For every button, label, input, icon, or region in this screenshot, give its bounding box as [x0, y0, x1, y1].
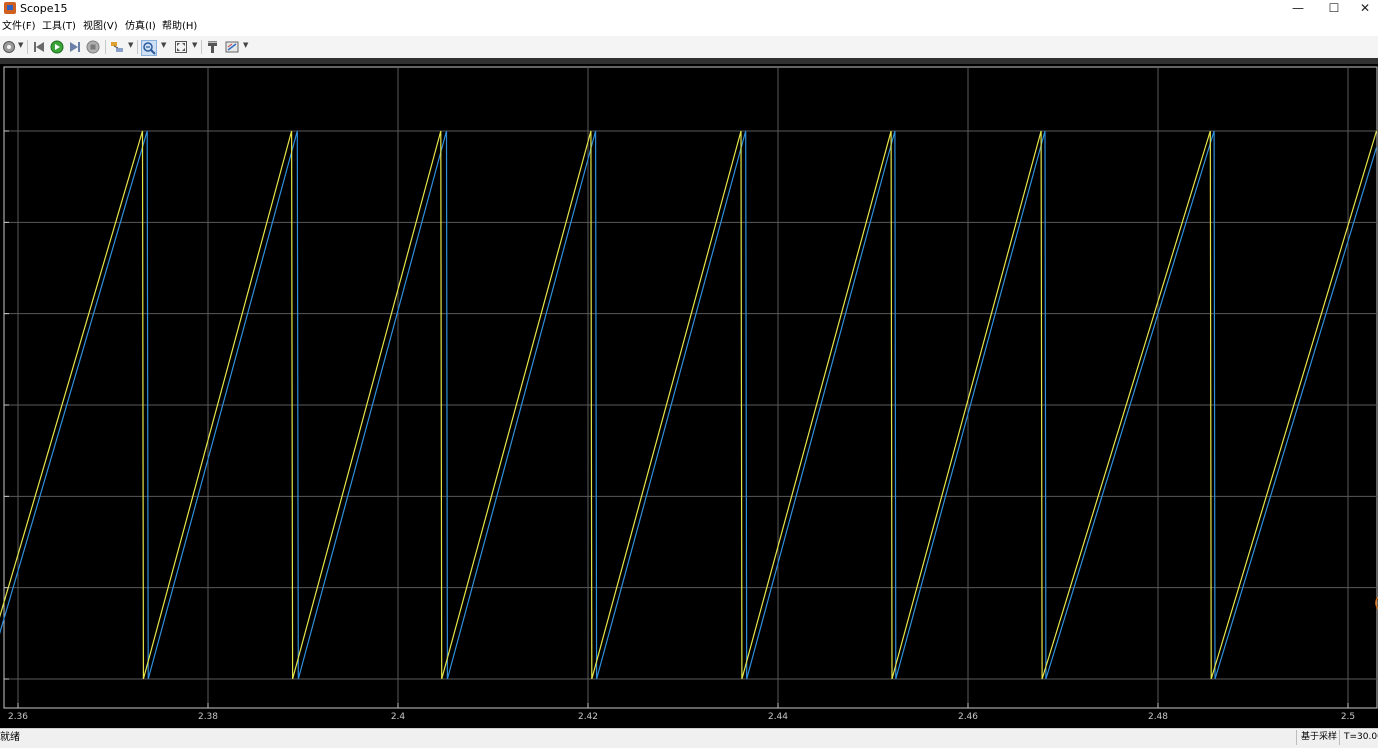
- menu-tools[interactable]: 工具(T): [42, 20, 76, 34]
- zoom-icon[interactable]: [141, 40, 157, 56]
- menu-help[interactable]: 帮助(H): [162, 20, 197, 34]
- highlight-dropdown-icon[interactable]: ▼: [128, 41, 133, 49]
- fit-to-view-icon[interactable]: [174, 40, 188, 54]
- menu-file[interactable]: 文件(F): [2, 20, 36, 34]
- zoom-dropdown-icon[interactable]: ▼: [161, 41, 166, 49]
- window-title: Scope15: [20, 2, 68, 15]
- settings-icon[interactable]: [2, 40, 16, 54]
- axes-box: [3, 66, 1378, 709]
- step-forward-icon[interactable]: [68, 40, 82, 54]
- menu-simulation[interactable]: 仿真(I): [125, 20, 156, 34]
- style-icon[interactable]: [225, 40, 239, 54]
- run-icon[interactable]: [50, 40, 64, 54]
- settings-dropdown-icon[interactable]: ▼: [18, 41, 23, 49]
- x-tick-label: 2.46: [958, 712, 978, 722]
- toolbar-separator: [137, 40, 138, 54]
- style-dropdown-icon[interactable]: ▼: [243, 41, 248, 49]
- toolbar-separator: [201, 40, 202, 54]
- toolbar: ▼ ▼ ▼ ▼ ▼: [0, 36, 1378, 59]
- x-tick-label: 2.36: [8, 712, 28, 722]
- menu-bar: 文件(F) 工具(T) 视图(V) 仿真(I) 帮助(H): [0, 18, 1378, 36]
- menu-view[interactable]: 视图(V): [83, 20, 118, 34]
- x-tick-label: 2.48: [1148, 712, 1168, 722]
- toolbar-separator: [105, 40, 106, 54]
- title-bar: Scope15 — ☐ ✕: [0, 0, 1378, 18]
- x-tick-label: 2.5: [1341, 712, 1355, 722]
- cursor-measure-icon[interactable]: [206, 40, 220, 54]
- scope-axes: 2.36 2.38 2.4 2.42 2.44 2.46 2.48 2.5: [0, 66, 1378, 722]
- step-back-icon[interactable]: [32, 40, 46, 54]
- maximize-button[interactable]: ☐: [1314, 0, 1354, 18]
- x-tick-label: 2.44: [768, 712, 788, 722]
- minimize-button[interactable]: —: [1278, 0, 1318, 18]
- close-button[interactable]: ✕: [1352, 0, 1378, 18]
- fit-dropdown-icon[interactable]: ▼: [192, 41, 197, 49]
- stop-icon[interactable]: [86, 40, 100, 54]
- scope-plot[interactable]: 2.36 2.38 2.4 2.42 2.44 2.46 2.48 2.5: [0, 64, 1378, 728]
- matlab-icon: [4, 2, 16, 14]
- sample-mode: 基于采样: [1296, 730, 1339, 745]
- x-tick-label: 2.38: [198, 712, 218, 722]
- status-text: 就绪: [0, 732, 20, 743]
- status-bar: 就绪 基于采样 T=30.000: [0, 728, 1378, 748]
- highlight-block-icon[interactable]: [110, 40, 124, 54]
- x-tick-label: 2.42: [578, 712, 598, 722]
- x-tick-label: 2.4: [391, 712, 406, 722]
- sim-time: T=30.000: [1339, 730, 1378, 745]
- toolbar-separator: [27, 40, 28, 54]
